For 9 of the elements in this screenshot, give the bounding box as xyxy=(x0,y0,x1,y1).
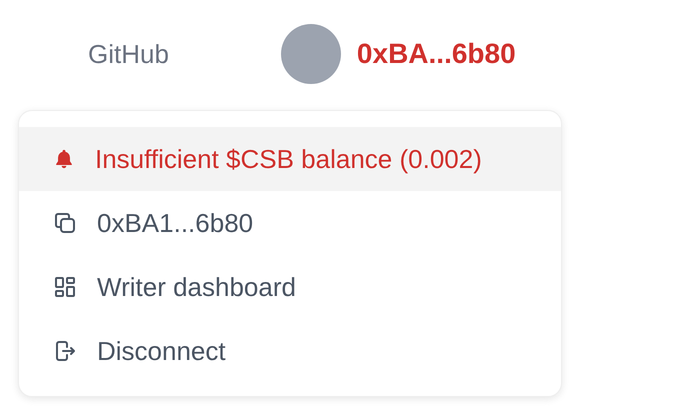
grid-icon xyxy=(53,275,77,299)
account-button[interactable]: 0xBA...6b80 xyxy=(356,33,516,75)
github-link[interactable]: GitHub xyxy=(88,34,169,74)
menu-item[interactable]: Disconnect xyxy=(19,319,561,383)
copy-icon xyxy=(53,211,77,235)
logout-icon xyxy=(53,339,77,363)
menu-item[interactable]: Writer dashboard xyxy=(19,255,561,319)
bell-icon xyxy=(53,147,75,171)
menu-item[interactable]: 0xBA1...6b80 xyxy=(19,191,561,255)
